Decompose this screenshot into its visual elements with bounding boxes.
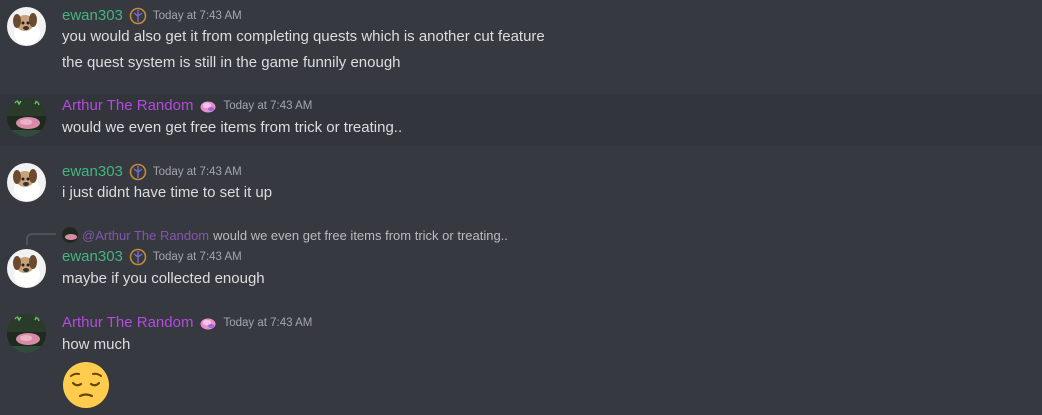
username[interactable]: ewan303 bbox=[62, 162, 123, 182]
username[interactable]: Arthur The Random bbox=[62, 313, 193, 333]
message-text: the quest system is still in the game fu… bbox=[62, 54, 401, 71]
message-group: ewan303 Today at 7:43 AM you would also … bbox=[0, 0, 1042, 86]
message-text: i just didnt have time to set it up bbox=[62, 184, 273, 201]
message-header: Arthur The Random Today at 7:43 AM bbox=[62, 96, 312, 116]
username[interactable]: ewan303 bbox=[62, 6, 123, 26]
timestamp[interactable]: Today at 7:43 AM bbox=[153, 162, 242, 182]
message-group: ewan303 Today at 7:43 AM maybe if you co… bbox=[0, 246, 1042, 298]
shell-badge-icon[interactable] bbox=[199, 97, 217, 115]
timestamp[interactable]: Today at 7:43 AM bbox=[223, 313, 312, 333]
reply-text[interactable]: would we even get free items from trick … bbox=[213, 228, 508, 243]
message-text: you would also get it from completing qu… bbox=[62, 28, 545, 45]
message-text: how much bbox=[62, 336, 131, 353]
message-header: ewan303 Today at 7:43 AM bbox=[62, 6, 242, 26]
timestamp[interactable]: Today at 7:43 AM bbox=[153, 6, 242, 26]
reply-mention[interactable]: @Arthur The Random bbox=[82, 228, 209, 243]
avatar-ewan303[interactable] bbox=[7, 163, 46, 202]
message-header: Arthur The Random Today at 7:43 AM bbox=[62, 313, 312, 333]
username[interactable]: ewan303 bbox=[62, 247, 123, 267]
message-group: Arthur The Random Today at 7:43 AM how m… bbox=[0, 311, 1042, 415]
avatar-arthur-the-random[interactable] bbox=[7, 314, 46, 353]
message-group: ewan303 Today at 7:43 AM i just didnt ha… bbox=[0, 160, 1042, 212]
ornate-badge-icon[interactable] bbox=[129, 163, 147, 181]
reply-avatar bbox=[62, 227, 78, 243]
message-text: would we even get free items from trick … bbox=[62, 119, 403, 136]
pensive-face-emoji[interactable] bbox=[62, 361, 110, 409]
avatar-ewan303[interactable] bbox=[7, 7, 46, 46]
avatar-arthur-the-random[interactable] bbox=[7, 98, 46, 137]
avatar-ewan303[interactable] bbox=[7, 249, 46, 288]
message-header: ewan303 Today at 7:43 AM bbox=[62, 247, 242, 267]
timestamp[interactable]: Today at 7:43 AM bbox=[153, 247, 242, 267]
message-text: maybe if you collected enough bbox=[62, 270, 265, 287]
shell-badge-icon[interactable] bbox=[199, 314, 217, 332]
message-group: Arthur The Random Today at 7:43 AM would… bbox=[0, 94, 1042, 146]
chat-messages: ewan303 Today at 7:43 AM you would also … bbox=[0, 0, 1042, 415]
reply-spine bbox=[26, 233, 56, 245]
message-header: ewan303 Today at 7:43 AM bbox=[62, 162, 242, 182]
username[interactable]: Arthur The Random bbox=[62, 96, 193, 116]
ornate-badge-icon[interactable] bbox=[129, 7, 147, 25]
timestamp[interactable]: Today at 7:43 AM bbox=[223, 96, 312, 116]
ornate-badge-icon[interactable] bbox=[129, 248, 147, 266]
reply-reference[interactable]: @Arthur The Random would we even get fre… bbox=[62, 225, 508, 245]
